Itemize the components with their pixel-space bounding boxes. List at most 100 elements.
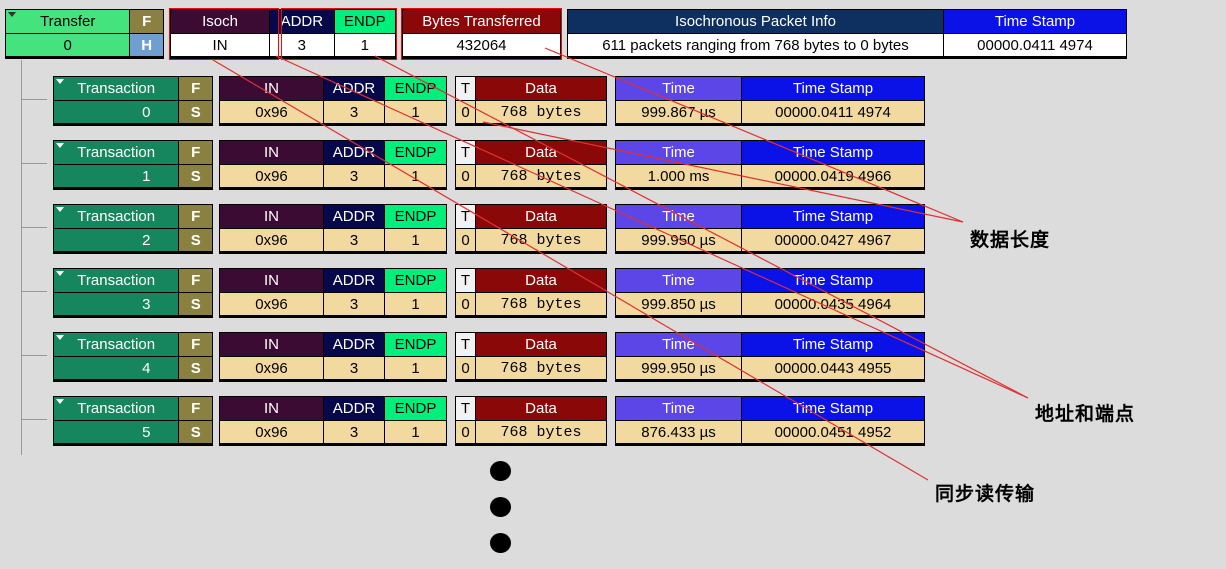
transaction-t-label: T bbox=[456, 333, 475, 356]
transaction-endp-value: 1 bbox=[385, 420, 446, 443]
packet-info-value: 611 packets ranging from 768 bytes to 0 … bbox=[568, 33, 943, 56]
transaction-endp-label: ENDP bbox=[385, 205, 446, 228]
transaction-data-block[interactable]: T 0 Data 768 bytes bbox=[455, 396, 607, 446]
transaction-data-label: Data bbox=[476, 141, 606, 164]
transaction-pid-label: IN bbox=[220, 397, 323, 420]
transfer-endp-value: 1 bbox=[334, 33, 395, 56]
transaction-data-block[interactable]: T 0 Data 768 bytes bbox=[455, 140, 607, 190]
transfer-block[interactable]: Transfer 0 F H bbox=[5, 9, 164, 59]
transfer-timestamp-label: Time Stamp bbox=[944, 10, 1126, 33]
transaction-label-block[interactable]: Transaction 1 F S bbox=[53, 140, 213, 190]
transaction-data-value: 768 bytes bbox=[476, 228, 606, 251]
transaction-label-block[interactable]: Transaction 0 F S bbox=[53, 76, 213, 126]
transaction-flag-s: S bbox=[179, 420, 212, 443]
transaction-data-block[interactable]: T 0 Data 768 bytes bbox=[455, 204, 607, 254]
transaction-flag-f: F bbox=[179, 205, 212, 228]
transaction-addr-value: 3 bbox=[324, 164, 384, 187]
transfer-index: 0 bbox=[6, 33, 130, 56]
transaction-time-block[interactable]: Time 1.000 ms Time Stamp 00000.0419 4966 bbox=[615, 140, 925, 190]
transaction-endp-value: 1 bbox=[385, 292, 446, 315]
transaction-addr-value: 3 bbox=[324, 228, 384, 251]
transaction-data-label: Data bbox=[476, 205, 606, 228]
transaction-packet-block[interactable]: IN 0x96 ADDR 3 ENDP 1 bbox=[219, 76, 447, 126]
transaction-time-value: 999.950 µs bbox=[616, 228, 741, 251]
bytes-transferred-value: 432064 bbox=[403, 33, 560, 56]
isoch-value: IN bbox=[171, 33, 270, 56]
transaction-time-block[interactable]: Time 999.867 µs Time Stamp 00000.0411 49… bbox=[615, 76, 925, 126]
packet-info-block[interactable]: Isochronous Packet Info 611 packets rang… bbox=[567, 9, 1127, 59]
ellipsis-dot bbox=[490, 497, 511, 517]
transaction-index: 1 bbox=[54, 164, 179, 187]
transaction-endp-label: ENDP bbox=[385, 141, 446, 164]
transaction-label-block[interactable]: Transaction 4 F S bbox=[53, 332, 213, 382]
transaction-data-value: 768 bytes bbox=[476, 100, 606, 123]
transfer-flag-f: F bbox=[130, 10, 163, 33]
transaction-data-value: 768 bytes bbox=[476, 356, 606, 379]
transaction-label: Transaction bbox=[54, 397, 179, 420]
transaction-time-label: Time bbox=[616, 397, 741, 420]
transaction-label: Transaction bbox=[54, 333, 179, 356]
transaction-timestamp-label: Time Stamp bbox=[742, 77, 924, 100]
transaction-endp-value: 1 bbox=[385, 164, 446, 187]
packet-info-label: Isochronous Packet Info bbox=[568, 10, 943, 33]
transaction-t-value: 0 bbox=[456, 228, 475, 251]
transaction-label-block[interactable]: Transaction 2 F S bbox=[53, 204, 213, 254]
transaction-packet-block[interactable]: IN 0x96 ADDR 3 ENDP 1 bbox=[219, 268, 447, 318]
transfer-endp-label: ENDP bbox=[334, 10, 395, 33]
transaction-t-value: 0 bbox=[456, 164, 475, 187]
transaction-packet-block[interactable]: IN 0x96 ADDR 3 ENDP 1 bbox=[219, 396, 447, 446]
transaction-time-value: 876.433 µs bbox=[616, 420, 741, 443]
transaction-label: Transaction bbox=[54, 205, 179, 228]
transaction-flag-s: S bbox=[179, 100, 212, 123]
transaction-endp-label: ENDP bbox=[385, 269, 446, 292]
transaction-timestamp-label: Time Stamp bbox=[742, 141, 924, 164]
transaction-time-value: 999.950 µs bbox=[616, 356, 741, 379]
transaction-flag-f: F bbox=[179, 77, 212, 100]
transaction-endp-value: 1 bbox=[385, 100, 446, 123]
transaction-addr-value: 3 bbox=[324, 100, 384, 123]
transaction-endp-value: 1 bbox=[385, 228, 446, 251]
transaction-timestamp-value: 00000.0435 4964 bbox=[742, 292, 924, 315]
transaction-label-block[interactable]: Transaction 5 F S bbox=[53, 396, 213, 446]
transaction-timestamp-label: Time Stamp bbox=[742, 205, 924, 228]
bytes-transferred-label: Bytes Transferred bbox=[403, 10, 560, 33]
transaction-timestamp-value: 00000.0443 4955 bbox=[742, 356, 924, 379]
transaction-addr-value: 3 bbox=[324, 292, 384, 315]
transaction-data-block[interactable]: T 0 Data 768 bytes bbox=[455, 76, 607, 126]
transaction-t-label: T bbox=[456, 77, 475, 100]
transaction-time-block[interactable]: Time 999.850 µs Time Stamp 00000.0435 49… bbox=[615, 268, 925, 318]
transaction-time-label: Time bbox=[616, 77, 741, 100]
transaction-t-value: 0 bbox=[456, 100, 475, 123]
transaction-data-block[interactable]: T 0 Data 768 bytes bbox=[455, 268, 607, 318]
transaction-timestamp-value: 00000.0419 4966 bbox=[742, 164, 924, 187]
isoch-label: Isoch bbox=[171, 10, 270, 33]
transaction-time-block[interactable]: Time 876.433 µs Time Stamp 00000.0451 49… bbox=[615, 396, 925, 446]
transaction-timestamp-value: 00000.0451 4952 bbox=[742, 420, 924, 443]
transaction-endp-label: ENDP bbox=[385, 333, 446, 356]
transaction-packet-block[interactable]: IN 0x96 ADDR 3 ENDP 1 bbox=[219, 140, 447, 190]
transaction-time-label: Time bbox=[616, 205, 741, 228]
transaction-packet-block[interactable]: IN 0x96 ADDR 3 ENDP 1 bbox=[219, 332, 447, 382]
transaction-time-label: Time bbox=[616, 269, 741, 292]
transfer-isoch-block[interactable]: Isoch IN ADDR 3 ENDP 1 bbox=[170, 9, 396, 59]
transaction-label-block[interactable]: Transaction 3 F S bbox=[53, 268, 213, 318]
transaction-packet-block[interactable]: IN 0x96 ADDR 3 ENDP 1 bbox=[219, 204, 447, 254]
transaction-addr-label: ADDR bbox=[324, 269, 384, 292]
transaction-time-block[interactable]: Time 999.950 µs Time Stamp 00000.0427 49… bbox=[615, 204, 925, 254]
transaction-label: Transaction bbox=[54, 77, 179, 100]
transaction-t-label: T bbox=[456, 397, 475, 420]
bytes-transferred-block[interactable]: Bytes Transferred 432064 bbox=[402, 9, 561, 59]
transaction-data-block[interactable]: T 0 Data 768 bytes bbox=[455, 332, 607, 382]
transaction-time-value: 999.867 µs bbox=[616, 100, 741, 123]
annotation-label-isochronous-read-transfer: 同步读传输 bbox=[935, 483, 1036, 505]
transaction-time-value: 999.850 µs bbox=[616, 292, 741, 315]
transaction-timestamp-value: 00000.0427 4967 bbox=[742, 228, 924, 251]
transaction-flag-f: F bbox=[179, 397, 212, 420]
ellipsis-dot bbox=[490, 533, 511, 553]
transaction-index: 4 bbox=[54, 356, 179, 379]
transaction-addr-value: 3 bbox=[324, 356, 384, 379]
transaction-index: 5 bbox=[54, 420, 179, 443]
transaction-pid-value: 0x96 bbox=[220, 228, 323, 251]
transaction-time-block[interactable]: Time 999.950 µs Time Stamp 00000.0443 49… bbox=[615, 332, 925, 382]
transaction-addr-label: ADDR bbox=[324, 141, 384, 164]
